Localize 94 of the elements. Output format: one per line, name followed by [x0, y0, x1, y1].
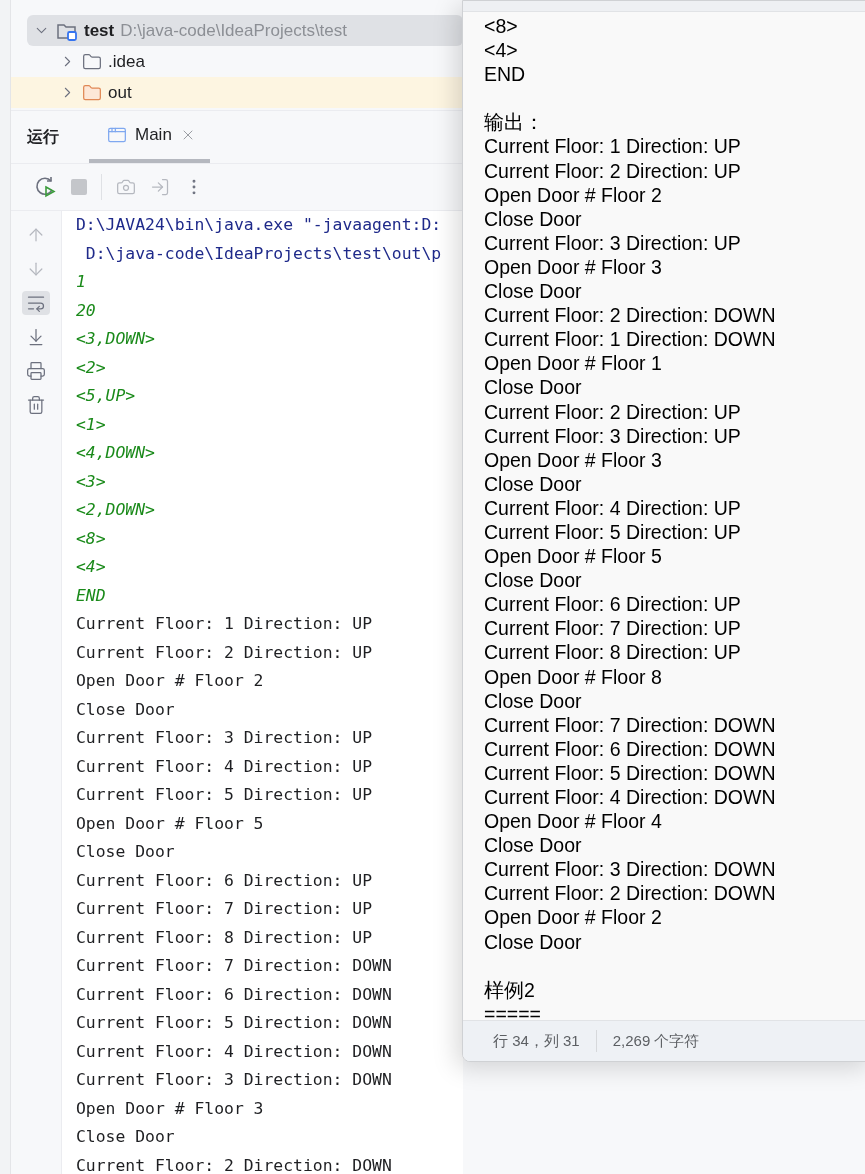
text-line: Open Door # Floor 3 [484, 447, 663, 472]
input-line: <2> [76, 356, 106, 379]
output-line: Open Door # Floor 5 [76, 812, 264, 835]
text-line: Current Floor: 6 Direction: UP [484, 592, 742, 617]
output-line: Current Floor: 2 Direction: DOWN [76, 1154, 392, 1174]
text-line: Current Floor: 2 Direction: DOWN [484, 303, 777, 328]
input-line: <2,DOWN> [76, 499, 155, 521]
output-line: Current Floor: 6 Direction: UP [76, 869, 373, 892]
text-line: Current Floor: 2 Direction: UP [484, 399, 742, 424]
text-line: END [484, 62, 527, 87]
text-line: ===== [484, 1001, 542, 1020]
text-line: Close Door [484, 833, 583, 858]
trash-icon[interactable] [26, 395, 46, 415]
print-icon[interactable] [26, 361, 46, 381]
text-line: Current Floor: 3 Direction: DOWN [484, 857, 777, 882]
output-line: Current Floor: 8 Direction: UP [76, 926, 373, 949]
input-line: <4> [76, 556, 106, 578]
import-icon[interactable] [150, 177, 170, 197]
text-line: Close Door [484, 471, 583, 496]
input-line: <8> [76, 527, 106, 550]
output-line: Open Door # Floor 2 [76, 670, 264, 692]
text-line: Open Door # Floor 2 [484, 182, 663, 207]
cursor-position: 行 34，列 31 [493, 1031, 580, 1051]
window-icon [107, 125, 127, 145]
input-line: 1 [76, 271, 86, 293]
input-line: <5,UP> [76, 385, 136, 407]
output-line: Current Floor: 2 Direction: UP [76, 641, 373, 664]
text-line: Current Floor: 1 Direction: UP [484, 134, 742, 159]
output-line: Current Floor: 3 Direction: DOWN [76, 1069, 392, 1091]
text-line: Open Door # Floor 8 [484, 664, 663, 689]
input-line: <1> [76, 413, 106, 436]
command-line: D:\JAVA24\bin\java.exe "-javaagent:D: [76, 214, 442, 236]
text-line: Open Door # Floor 1 [484, 351, 663, 376]
input-line: <4,DOWN> [76, 442, 155, 464]
text-line: Current Floor: 2 Direction: DOWN [484, 881, 777, 906]
text-line: Close Door [484, 279, 583, 304]
text-line: Open Door # Floor 3 [484, 254, 663, 280]
text-line: Current Floor: 7 Direction: UP [484, 616, 742, 641]
output-line: Current Floor: 6 Direction: DOWN [76, 983, 392, 1006]
text-line: 样例2 [484, 977, 536, 1002]
text-line: Current Floor: 4 Direction: UP [484, 495, 742, 520]
output-line: Close Door [76, 698, 175, 721]
output-line: Close Door [76, 841, 175, 863]
panel-title: 运行 [27, 126, 59, 147]
output-line: Current Floor: 4 Direction: DOWN [76, 1040, 392, 1063]
text-line: Close Door [484, 375, 583, 400]
text-line: Close Door [484, 568, 583, 593]
text-line: Open Door # Floor 4 [484, 809, 663, 834]
rerun-icon[interactable] [35, 176, 57, 198]
text-line: Open Door # Floor 5 [484, 544, 663, 569]
output-line: Open Door # Floor 3 [76, 1097, 264, 1120]
text-line: Current Floor: 3 Direction: UP [484, 423, 742, 448]
text-line: Current Floor: 2 Direction: UP [484, 158, 742, 183]
command-line: D:\java-code\IdeaProjects\test\out\p [84, 242, 442, 265]
output-line: Current Floor: 5 Direction: DOWN [76, 1012, 392, 1034]
tree-row[interactable]: .idea [27, 46, 463, 77]
text-line: Current Floor: 4 Direction: DOWN [484, 785, 777, 810]
output-line: Current Floor: 7 Direction: DOWN [76, 955, 392, 977]
tree-item-name: test [84, 20, 115, 41]
output-line: Current Floor: 1 Direction: UP [76, 613, 373, 635]
text-line: <4> [484, 38, 519, 63]
text-line: Current Floor: 6 Direction: DOWN [484, 736, 777, 761]
output-line: Current Floor: 5 Direction: UP [76, 784, 373, 806]
output-line: Current Floor: 7 Direction: UP [76, 898, 373, 920]
input-line: <3,DOWN> [76, 328, 155, 350]
text-line: 输出： [484, 110, 545, 135]
text-line: <8> [484, 14, 519, 39]
folder-icon [82, 82, 102, 103]
text-line: Current Floor: 1 Direction: DOWN [484, 327, 777, 352]
folder-icon [82, 51, 102, 72]
input-line: END [76, 584, 106, 607]
text-line: Current Floor: 3 Direction: UP [484, 230, 742, 255]
camera-icon[interactable] [116, 177, 136, 197]
tree-item-name: out [108, 82, 132, 103]
text-line: Open Door # Floor 2 [484, 905, 663, 930]
text-line: Current Floor: 5 Direction: DOWN [484, 760, 777, 785]
soft-wrap-button[interactable] [22, 291, 50, 315]
tree-row[interactable]: out [11, 77, 463, 108]
text-line: Current Floor: 5 Direction: UP [484, 519, 742, 545]
text-line: Current Floor: 8 Direction: UP [484, 640, 742, 665]
output-line: Current Floor: 3 Direction: UP [76, 727, 373, 749]
tree-row[interactable]: test D:\java-code\IdeaProjects\test [27, 15, 463, 46]
text-line: Close Door [484, 929, 583, 954]
tree-item-name: .idea [108, 51, 145, 72]
input-line: <3> [76, 470, 106, 493]
output-line: Close Door [76, 1126, 175, 1148]
project-path: D:\java-code\IdeaProjects\test [120, 20, 347, 41]
text-line: Current Floor: 7 Direction: DOWN [484, 712, 777, 737]
text-line: Close Door [484, 206, 583, 231]
text-line: Close Door [484, 688, 583, 713]
input-line: 20 [76, 299, 96, 322]
output-line: Current Floor: 4 Direction: UP [76, 755, 373, 778]
run-tab[interactable]: Main [89, 111, 210, 163]
character-count: 2,269 个字符 [612, 1031, 700, 1051]
